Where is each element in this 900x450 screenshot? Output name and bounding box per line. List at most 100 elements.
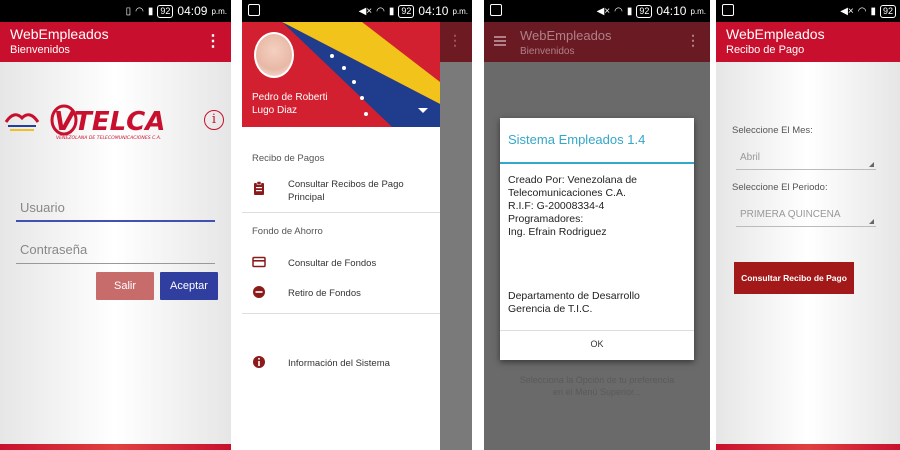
dimmed-app-bar: WebEmpleados Bienvenidos ⋮: [484, 22, 710, 62]
dropdown-arrow-icon: [869, 219, 874, 224]
app-title: WebEmpleados: [10, 26, 109, 42]
app-bar: WebEmpleados Recibo de Pago: [716, 22, 900, 62]
status-bar: ◀× ◠ ▮ 92 04:10 p.m.: [484, 0, 710, 22]
background-hint-line1: Selecciona la Opción de tu preferencia: [519, 375, 675, 385]
status-time: 04:10: [418, 4, 449, 18]
status-ampm: p.m.: [211, 6, 227, 16]
sim-icon: ▮: [388, 5, 395, 17]
salir-button[interactable]: Salir: [96, 272, 154, 300]
status-time: 04:09: [177, 4, 208, 18]
about-dialog-screen: ◀× ◠ ▮ 92 04:10 p.m. WebEmpleados Bienve…: [484, 0, 710, 450]
section-recibo-de-pagos: Recibo de Pagos: [252, 153, 325, 164]
logo-area: VTELCA VENEZOLANA DE TELECOMUNICACIONES …: [0, 100, 231, 144]
login-screen: ▯ ◠ ▮ 92 04:09 p.m. WebEmpleados Bienven…: [0, 0, 231, 450]
status-bar: ◀× ◠ ▮ 92: [716, 0, 900, 22]
menu-item-label: Consultar Recibos de Pago: [288, 179, 404, 190]
sim-icon: ▮: [626, 5, 633, 17]
battery-level: 92: [398, 4, 415, 18]
menu-item-label: Información del Sistema: [288, 358, 390, 369]
dialog-title-divider: [500, 162, 694, 164]
menu-item-informacion-sistema[interactable]: Información del Sistema: [242, 348, 440, 378]
navigation-drawer: Pedro de Roberti Lugo Diaz Recibo de Pag…: [242, 22, 440, 450]
gallery-notification-icon: [722, 4, 734, 16]
dialog-body-line: Creado Por: Venezolana de: [508, 174, 638, 186]
wifi-icon: ◠: [135, 5, 144, 17]
sim-icon: ▮: [870, 5, 876, 17]
periodo-select[interactable]: PRIMERA QUINCENA: [736, 205, 876, 227]
screenshot-strip: ▯ ◠ ▮ 92 04:09 p.m. WebEmpleados Bienven…: [0, 0, 900, 450]
profile-name-line2: Lugo Diaz: [252, 105, 298, 116]
vtelca-logo: VTELCA VENEZOLANA DE TELECOMUNICACIONES …: [50, 104, 165, 141]
dialog-body-line: Ing. Efrain Rodriguez: [508, 226, 607, 238]
mes-select-value: Abril: [740, 152, 761, 163]
section-fondo-de-ahorro: Fondo de Ahorro: [252, 226, 323, 237]
info-icon[interactable]: i: [204, 110, 224, 130]
dialog-body-line: R.I.F: G-20008334-4: [508, 200, 605, 212]
battery-level: 92: [879, 4, 896, 18]
wifi-icon: ◠: [857, 5, 867, 17]
menu-item-consultar-recibos[interactable]: Consultar Recibos de Pago Principal: [242, 174, 440, 204]
status-ampm: p.m.: [452, 6, 468, 16]
nav-drawer-screen: ◀× ◠ ▮ 92 04:10 p.m. ⋮ Pedro de Roberti …: [242, 0, 472, 450]
gallery-notification-icon: [490, 4, 502, 16]
overflow-menu-icon: ⋮: [686, 32, 700, 48]
status-bar: ◀× ◠ ▮ 92 04:10 p.m.: [242, 0, 472, 22]
hamburger-menu-icon: [494, 36, 506, 46]
aceptar-button[interactable]: Aceptar: [160, 272, 218, 300]
status-ampm: p.m.: [690, 6, 706, 16]
app-bar: WebEmpleados Bienvenidos ⋮: [0, 22, 231, 62]
avatar[interactable]: [254, 32, 294, 78]
mute-icon: ◀×: [596, 5, 611, 17]
profile-name-line1: Pedro de Roberti: [252, 92, 328, 103]
status-bar: ▯ ◠ ▮ 92 04:09 p.m.: [0, 0, 231, 22]
vtelca-logo-tagline: VENEZOLANA DE TELECOMUNICACIONES C.A.: [56, 135, 162, 141]
username-input[interactable]: Usuario: [16, 196, 215, 222]
info-icon: [253, 356, 265, 368]
menu-item-label: Consultar de Fondos: [288, 258, 377, 269]
consultar-recibo-button[interactable]: Consultar Recibo de Pago: [734, 262, 854, 294]
battery-level: 92: [157, 4, 174, 18]
about-dialog: Sistema Empleados 1.4 Creado Por: Venezo…: [500, 118, 694, 360]
background-hint-line2: en el Menú Superior...: [552, 387, 642, 397]
gallery-notification-icon: [248, 4, 260, 16]
account-dropdown-icon[interactable]: [418, 108, 428, 113]
dialog-footer-line: Gerencia de T.I.C.: [508, 303, 593, 315]
menu-item-retiro-fondos[interactable]: Retiro de Fondos: [242, 278, 440, 308]
menu-item-consultar-fondos[interactable]: Consultar de Fondos: [242, 248, 440, 278]
ok-button[interactable]: OK: [500, 334, 694, 354]
vibrate-icon: ▯: [125, 5, 132, 17]
mes-label: Seleccione El Mes:: [732, 125, 813, 136]
app-title: WebEmpleados: [520, 28, 612, 43]
vtelca-logo-text: VTELCA: [54, 107, 165, 137]
recibo-content: [716, 62, 900, 450]
dropdown-arrow-icon: [869, 162, 874, 167]
battery-level: 92: [636, 4, 653, 18]
wifi-icon: ◠: [376, 5, 385, 17]
menu-item-label-line2: Principal: [288, 192, 325, 203]
minus-circle-icon: [253, 286, 265, 298]
password-input[interactable]: Contraseña: [16, 238, 215, 264]
app-subtitle: Recibo de Pago: [726, 44, 805, 56]
mes-select[interactable]: Abril: [736, 148, 876, 170]
overflow-menu-icon: ⋮: [448, 32, 462, 48]
dialog-body-line: Programadores:: [508, 213, 584, 225]
bottom-accent-bar: [716, 444, 900, 450]
wifi-icon: ◠: [614, 5, 623, 17]
overflow-menu-icon[interactable]: ⋮: [205, 31, 221, 51]
drawer-header: Pedro de Roberti Lugo Diaz: [242, 22, 440, 127]
app-subtitle: Bienvenidos: [520, 46, 575, 57]
divider: [242, 212, 440, 213]
divider: [242, 313, 440, 314]
app-title: WebEmpleados: [726, 26, 825, 42]
mute-icon: ◀×: [358, 5, 373, 17]
dialog-footer-line: Departamento de Desarrollo: [508, 290, 640, 302]
mute-icon: ◀×: [840, 5, 854, 17]
app-subtitle: Bienvenidos: [10, 44, 70, 56]
menu-item-label: Retiro de Fondos: [288, 288, 361, 299]
sim-icon: ▮: [147, 5, 154, 17]
dialog-button-divider: [500, 330, 694, 331]
bottom-accent-bar: [0, 444, 231, 450]
card-icon: [252, 256, 266, 268]
periodo-label: Seleccione El Periodo:: [732, 182, 828, 193]
clipboard-icon: [254, 181, 264, 195]
